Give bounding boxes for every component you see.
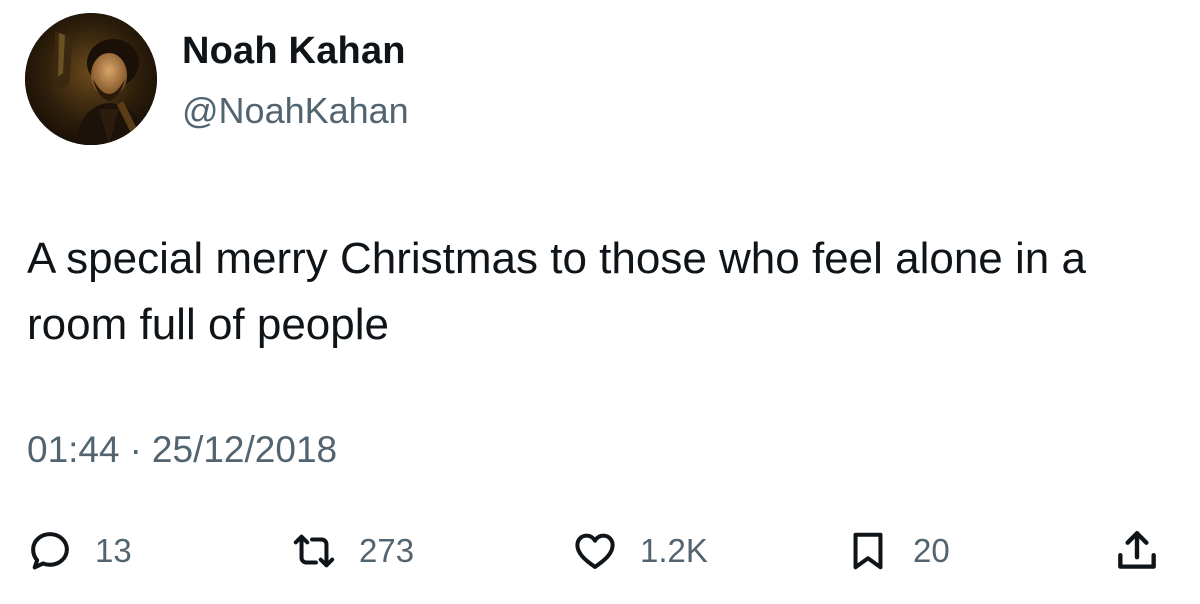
tweet-timestamp[interactable]: 01:44 · 25/12/2018 — [27, 429, 337, 471]
avatar[interactable] — [25, 13, 157, 145]
share-button[interactable] — [1112, 525, 1162, 577]
reply-count: 13 — [95, 532, 132, 569]
reply-button[interactable]: 13 — [27, 525, 132, 577]
bookmark-button[interactable]: 20 — [845, 525, 950, 577]
like-count: 1.2K — [640, 532, 708, 569]
tweet-text: A special merry Christmas to those who f… — [27, 234, 1086, 349]
reply-icon — [27, 528, 73, 574]
retweet-icon — [291, 528, 337, 574]
retweet-count: 273 — [359, 532, 415, 569]
bookmark-count: 20 — [913, 532, 950, 569]
like-button[interactable]: 1.2K — [572, 525, 708, 577]
tweet-date: 25/12/2018 — [151, 429, 338, 470]
share-icon — [1112, 526, 1162, 576]
bookmark-icon — [845, 528, 891, 574]
avatar-photo — [25, 13, 157, 145]
tweet-card: Noah Kahan @NoahKahan A special merry Ch… — [0, 0, 1200, 604]
user-handle[interactable]: @NoahKahan — [182, 90, 409, 132]
heart-icon — [572, 528, 618, 574]
tweet-time: 01:44 — [27, 429, 120, 470]
timestamp-separator: · — [129, 429, 142, 470]
display-name[interactable]: Noah Kahan — [182, 30, 406, 73]
retweet-button[interactable]: 273 — [291, 525, 414, 577]
